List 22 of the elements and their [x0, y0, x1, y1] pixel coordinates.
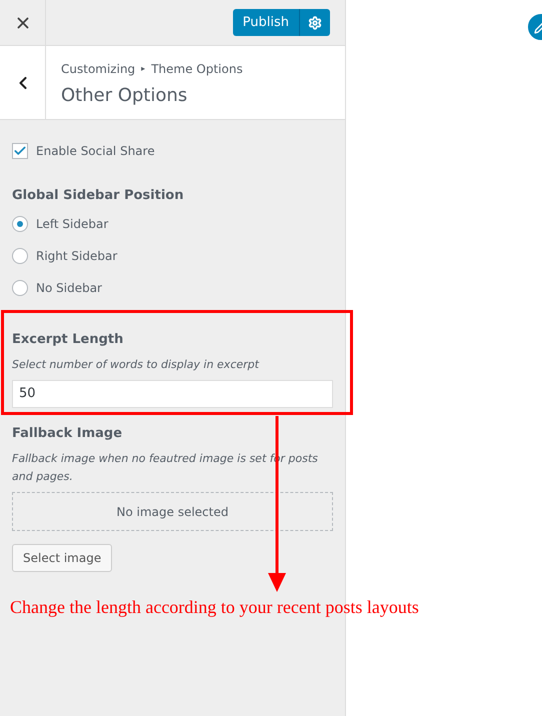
excerpt-length-field[interactable]: 50 — [12, 380, 333, 408]
checkbox[interactable] — [12, 143, 28, 159]
radio-label: Right Sidebar — [36, 248, 118, 264]
setting-description: Select number of words to display in excerpt — [12, 357, 260, 373]
publish-settings-button[interactable] — [300, 9, 330, 36]
radio-button[interactable] — [12, 248, 28, 264]
radio-label: Left Sidebar — [36, 216, 108, 232]
settings-icon — [308, 16, 322, 30]
breadcrumb-link[interactable]: Theme Options — [151, 60, 243, 78]
radio-button[interactable] — [12, 280, 28, 296]
radio-button[interactable] — [12, 216, 28, 232]
checkbox-label: Enable Social Share — [36, 143, 155, 160]
select-image-button[interactable]: Select image — [12, 544, 112, 572]
publish-button[interactable]: Publish — [232, 9, 300, 36]
setting-title: Global Sidebar Position — [12, 187, 185, 205]
breadcrumb-separator: ▸ — [141, 63, 146, 75]
setting-title: Excerpt Length — [12, 330, 124, 348]
breadcrumb-link[interactable]: Customizing — [61, 60, 136, 78]
setting-title: Fallback Image — [12, 424, 124, 442]
section-title: Other Options — [61, 84, 188, 108]
annotation-text: Change the length according to your recent posts layouts — [10, 596, 419, 619]
radio-label: No Sidebar — [36, 280, 102, 296]
